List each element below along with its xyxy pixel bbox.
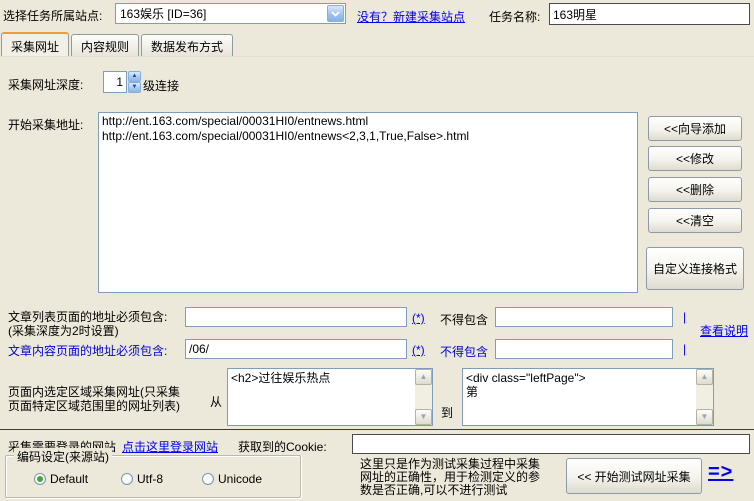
region-from-label: 从 [210, 393, 222, 410]
new-site-link[interactable]: 没有？新建采集站点 [357, 8, 465, 25]
tab-divider [0, 56, 754, 57]
radio-default[interactable]: Default [34, 472, 88, 486]
radio-icon[interactable] [121, 473, 133, 485]
list-rule-label-line2: (采集深度为2时设置) [8, 322, 119, 339]
site-select-value: 163娱乐 [ID=36] [116, 5, 326, 22]
content-down-link[interactable]: | [683, 342, 686, 356]
list-down-link[interactable]: | [683, 310, 686, 324]
content-not-contain-input[interactable] [495, 339, 673, 359]
chevron-down-icon[interactable] [327, 5, 344, 22]
list-not-contain-input[interactable] [495, 307, 673, 327]
content-rule-label: 文章内容页面的地址必须包含: [8, 342, 167, 359]
region-from-value[interactable]: <h2>过往娱乐热点 [228, 369, 415, 425]
radio-unicode[interactable]: Unicode [202, 472, 262, 486]
cookie-label: 获取到的Cookie: [238, 438, 327, 455]
login-here-link[interactable]: 点击这里登录网站 [122, 438, 218, 455]
spinner-down-icon[interactable]: ▼ [128, 82, 141, 93]
region-to-value[interactable]: <div class="leftPage"> 第 [463, 369, 696, 425]
list-must-contain-input[interactable] [185, 307, 407, 327]
start-test-button[interactable]: << 开始测试网址采集 [566, 458, 702, 494]
encoding-group: 编码设定(来源站) Default Utf-8 Unicode [5, 455, 301, 498]
custom-link-format-button[interactable]: 自定义连接格式 [646, 247, 744, 290]
scroll-down-icon[interactable]: ▼ [696, 409, 713, 425]
depth-label: 采集网址深度: [8, 76, 83, 93]
content-star-link[interactable]: (*) [412, 343, 425, 357]
site-select[interactable]: 163娱乐 [ID=36] [115, 3, 346, 24]
cookie-input[interactable] [352, 434, 750, 454]
radio-default-label: Default [50, 472, 88, 486]
tab-content-rules[interactable]: 内容规则 [71, 34, 139, 56]
spinner-up-icon[interactable]: ▲ [128, 71, 141, 82]
task-editor-page: 选择任务所属站点: 163娱乐 [ID=36] 没有？新建采集站点 任务名称: … [0, 0, 754, 501]
delete-button[interactable]: <<删除 [648, 177, 742, 202]
view-help-link[interactable]: 查看说明 [700, 322, 748, 339]
depth-value[interactable]: 1 [103, 71, 127, 93]
radio-unicode-label: Unicode [218, 472, 262, 486]
site-select-label: 选择任务所属站点: [3, 7, 102, 24]
task-name-label: 任务名称: [489, 8, 540, 25]
start-address-textarea[interactable]: http://ent.163.com/special/00031HI0/entn… [98, 112, 638, 293]
tab-collect-url[interactable]: 采集网址 [1, 32, 69, 56]
encoding-legend: 编码设定(来源站) [14, 448, 112, 465]
scroll-up-icon[interactable]: ▲ [696, 369, 713, 385]
radio-icon[interactable] [202, 473, 214, 485]
list-star-link[interactable]: (*) [412, 311, 425, 325]
radio-utf8[interactable]: Utf-8 [121, 472, 163, 486]
tab-data-publish[interactable]: 数据发布方式 [141, 34, 233, 56]
start-address-label: 开始采集地址: [8, 116, 83, 133]
tab-bar: 采集网址 内容规则 数据发布方式 [1, 32, 235, 56]
test-note: 这里只是作为测试采集过程中采集 网址的正确性，用于检测定义的参 数是否正确,可以… [360, 458, 540, 497]
go-arrow-link[interactable]: => [708, 461, 733, 484]
scroll-up-icon[interactable]: ▲ [415, 369, 432, 385]
modify-button[interactable]: <<修改 [648, 146, 742, 171]
region-label-line2: 页面特定区域范围里的网址列表) [8, 397, 180, 414]
depth-spinner: 1 ▲ ▼ [103, 71, 141, 93]
radio-icon[interactable] [34, 473, 46, 485]
content-must-contain-input[interactable] [185, 339, 407, 359]
scrollbar[interactable]: ▲ ▼ [415, 369, 432, 425]
radio-utf8-label: Utf-8 [137, 472, 163, 486]
region-from-textarea[interactable]: <h2>过往娱乐热点 ▲ ▼ [227, 368, 433, 426]
task-name-input[interactable] [549, 3, 750, 25]
region-to-label: 到 [441, 404, 453, 421]
content-not-contain-label: 不得包含 [440, 343, 488, 360]
region-to-textarea[interactable]: <div class="leftPage"> 第 ▲ ▼ [462, 368, 714, 426]
clear-button[interactable]: <<清空 [648, 208, 742, 233]
section-divider [0, 429, 754, 430]
list-not-contain-label: 不得包含 [440, 311, 488, 328]
depth-suffix-label: 级连接 [143, 77, 179, 94]
scroll-down-icon[interactable]: ▼ [415, 409, 432, 425]
test-note-line3: 数是否正确,可以不进行测试 [360, 484, 540, 497]
wizard-add-button[interactable]: <<向导添加 [648, 116, 742, 141]
scrollbar[interactable]: ▲ ▼ [696, 369, 713, 425]
